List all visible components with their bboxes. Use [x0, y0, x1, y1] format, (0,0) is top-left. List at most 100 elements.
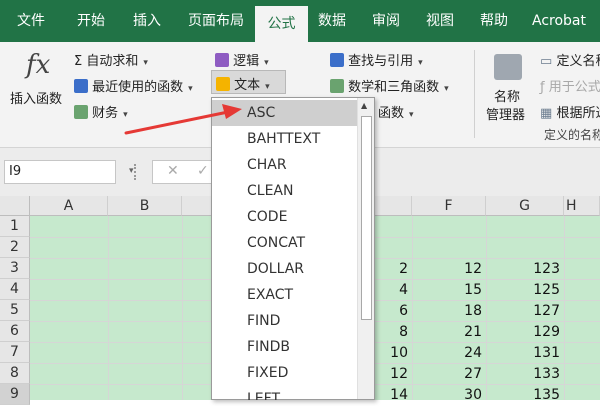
cell[interactable]: 27: [412, 364, 482, 385]
chevron-down-icon: ▾: [264, 58, 269, 68]
function-item[interactable]: DOLLAR: [212, 256, 358, 282]
close-icon[interactable]: ✕: [167, 163, 179, 179]
cell[interactable]: 12: [412, 259, 482, 280]
function-item[interactable]: FINDB: [212, 334, 358, 360]
insert-function-icon[interactable]: fx: [26, 50, 50, 80]
lookup-reference-button[interactable]: 查找与引用 ▾: [330, 50, 423, 69]
cell[interactable]: 123: [486, 259, 560, 280]
tab-review[interactable]: 审阅: [362, 0, 410, 42]
logical-icon: [215, 53, 229, 67]
chevron-down-icon: ▾: [188, 84, 193, 94]
tab-help[interactable]: 帮助: [470, 0, 518, 42]
name-manager-label-2[interactable]: 管理器: [486, 104, 525, 123]
tab-formulas[interactable]: 公式: [255, 6, 308, 42]
tab-insert[interactable]: 插入: [122, 0, 172, 42]
tag-icon: ▭: [540, 54, 553, 69]
column-header-b[interactable]: B: [108, 196, 182, 216]
text-functions-dropdown: ASC BAHTTEXT CHAR CLEAN CODE CONCAT DOLL…: [211, 97, 375, 400]
row-header[interactable]: 3: [0, 258, 30, 279]
name-manager-label-1[interactable]: 名称: [494, 86, 520, 105]
chevron-down-icon: ▾: [418, 58, 423, 68]
cell[interactable]: 127: [486, 301, 560, 322]
math-icon: [330, 79, 344, 93]
cell[interactable]: 18: [412, 301, 482, 322]
cell[interactable]: 30: [412, 385, 482, 406]
create-from-selection-button[interactable]: ▦ 根据所选: [540, 102, 600, 121]
row-header-selected[interactable]: 9: [0, 384, 30, 405]
name-manager-icon: [494, 54, 522, 80]
cell[interactable]: 131: [486, 343, 560, 364]
tab-acrobat[interactable]: Acrobat: [524, 0, 594, 42]
column-header-g[interactable]: G: [486, 196, 564, 216]
tab-view[interactable]: 视图: [416, 0, 464, 42]
row-header[interactable]: 5: [0, 300, 30, 321]
star-icon: [74, 79, 88, 93]
row-header[interactable]: 6: [0, 321, 30, 342]
row-header[interactable]: 1: [0, 216, 30, 237]
cell[interactable]: 129: [486, 322, 560, 343]
grid-line: [182, 216, 183, 400]
chevron-down-icon: ▾: [265, 82, 270, 92]
formula-bar-splitter[interactable]: [134, 164, 136, 180]
dropdown-scrollbar[interactable]: ▲: [357, 98, 374, 399]
row-header[interactable]: 8: [0, 363, 30, 384]
tab-page-layout[interactable]: 页面布局: [178, 0, 254, 42]
tab-home[interactable]: 开始: [66, 0, 116, 42]
text-icon: [216, 77, 230, 91]
autosum-button[interactable]: Σ 自动求和 ▾: [74, 50, 148, 69]
function-item[interactable]: CHAR: [212, 152, 358, 178]
cell[interactable]: 10: [370, 343, 408, 364]
cell[interactable]: 14: [370, 385, 408, 406]
check-icon[interactable]: ✓: [197, 163, 209, 179]
cell[interactable]: 2: [370, 259, 408, 280]
cell[interactable]: 133: [486, 364, 560, 385]
column-header-h[interactable]: H: [564, 196, 600, 216]
row-header[interactable]: 2: [0, 237, 30, 258]
math-trig-button[interactable]: 数学和三角函数 ▾: [330, 76, 449, 95]
function-item[interactable]: FIXED: [212, 360, 358, 386]
function-item[interactable]: LEFT: [212, 386, 358, 400]
row-header[interactable]: 7: [0, 342, 30, 363]
grid-line: [108, 216, 109, 400]
cell[interactable]: 135: [486, 385, 560, 406]
name-box[interactable]: I9: [4, 160, 116, 184]
define-name-button[interactable]: ▭ 定义名称: [540, 50, 600, 69]
text-functions-button[interactable]: 文本 ▾: [211, 70, 286, 94]
lookup-icon: [330, 53, 344, 67]
tab-data[interactable]: 数据: [308, 0, 356, 42]
grid-icon: ▦: [540, 106, 553, 121]
row-header[interactable]: 4: [0, 279, 30, 300]
scrollbar-thumb[interactable]: [361, 116, 372, 320]
cell[interactable]: 125: [486, 280, 560, 301]
more-functions-button[interactable]: 函数 ▾: [378, 102, 414, 121]
sigma-icon: Σ: [74, 54, 83, 69]
cell[interactable]: 6: [370, 301, 408, 322]
cell[interactable]: 4: [370, 280, 408, 301]
chevron-down-icon: ▾: [409, 110, 414, 120]
function-item[interactable]: FIND: [212, 308, 358, 334]
function-item[interactable]: CONCAT: [212, 230, 358, 256]
cell[interactable]: 24: [412, 343, 482, 364]
cell[interactable]: 15: [412, 280, 482, 301]
recent-functions-button[interactable]: 最近使用的函数 ▾: [74, 76, 193, 95]
group-divider: [474, 50, 475, 138]
tab-file[interactable]: 文件: [6, 0, 56, 42]
insert-function-button[interactable]: 插入函数: [10, 88, 62, 107]
chevron-down-icon[interactable]: ▾: [129, 166, 134, 176]
function-item[interactable]: CODE: [212, 204, 358, 230]
column-header-f[interactable]: F: [412, 196, 486, 216]
cell[interactable]: 21: [412, 322, 482, 343]
cell[interactable]: 12: [370, 364, 408, 385]
scroll-up-icon[interactable]: ▲: [361, 101, 367, 110]
use-in-formula-button[interactable]: ƒ 用于公式: [540, 76, 600, 95]
column-header-a[interactable]: A: [30, 196, 108, 216]
chevron-down-icon: ▾: [444, 84, 449, 94]
cell[interactable]: 8: [370, 322, 408, 343]
logical-button[interactable]: 逻辑 ▾: [215, 50, 269, 69]
function-item[interactable]: EXACT: [212, 282, 358, 308]
chevron-down-icon: ▾: [143, 58, 148, 68]
ribbon-group-label: 定义的名称: [544, 128, 600, 142]
function-item[interactable]: CLEAN: [212, 178, 358, 204]
ribbon-tab-bar: 文件 开始 插入 页面布局 公式 数据 审阅 视图 帮助 Acrobat: [0, 0, 600, 42]
select-all-corner[interactable]: [0, 196, 30, 216]
